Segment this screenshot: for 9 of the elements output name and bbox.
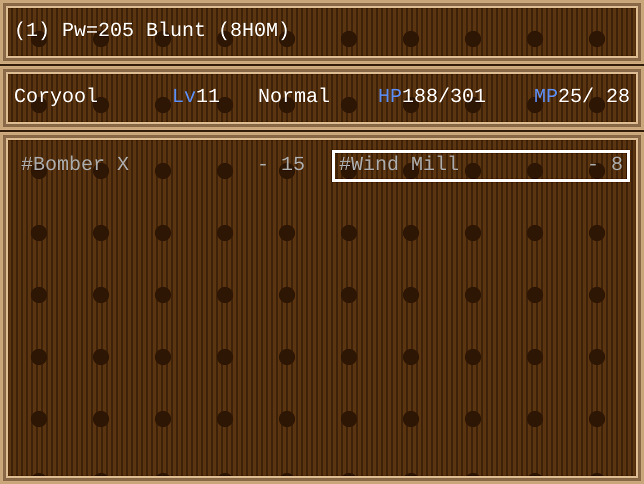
help-text: (1) Pw=205 Blunt (8H0M) [14,20,290,44]
hp-value: 188/301 [402,86,488,110]
level-label: Lv [172,86,196,110]
hp-label: HP [378,86,402,110]
mp-label: MP [534,86,558,110]
actor-name: Coryool [14,86,100,110]
level-value: 11 [196,86,222,110]
state-text: Normal [258,86,332,110]
mp-value: 25/ 28 [558,86,630,110]
